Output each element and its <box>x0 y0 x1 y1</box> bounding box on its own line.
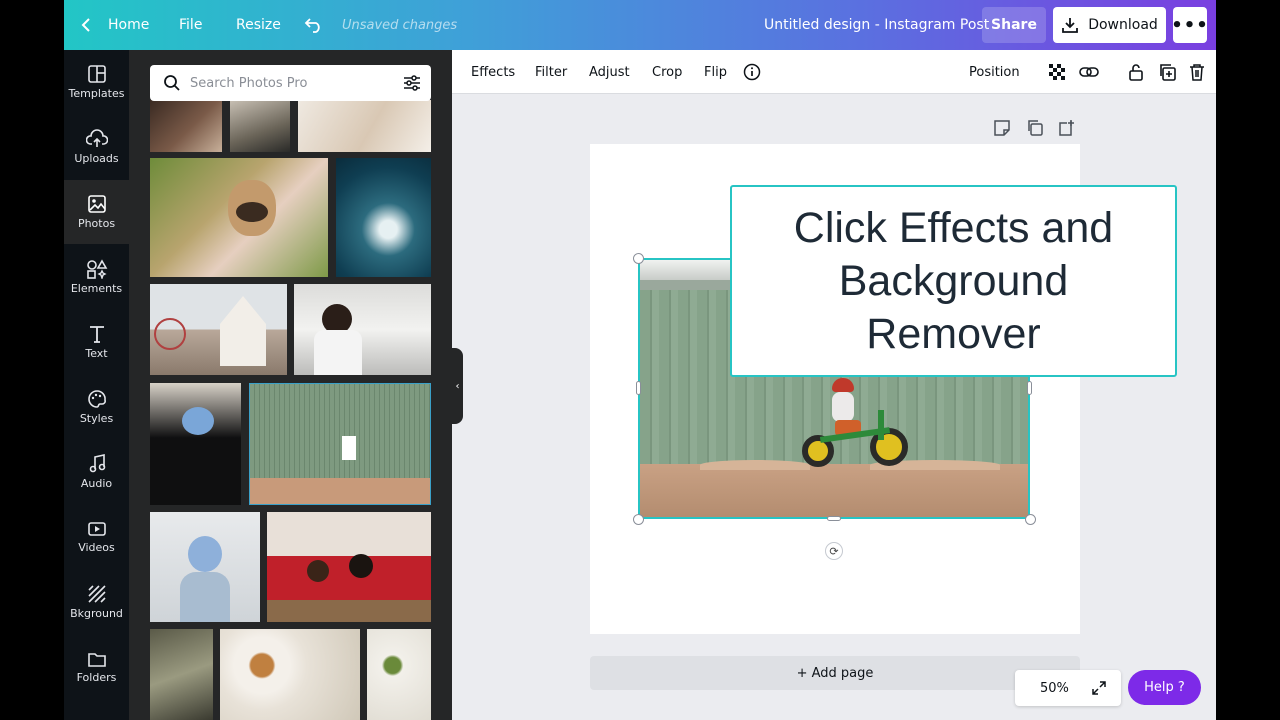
effects-button[interactable]: Effects <box>471 50 515 94</box>
photo-thumbnail[interactable] <box>298 100 431 152</box>
search-icon <box>164 75 180 91</box>
photo-thumbnail[interactable] <box>294 284 431 375</box>
music-note-icon <box>89 454 105 473</box>
resize-handle-bottom-left[interactable] <box>633 514 644 525</box>
resize-handle-left[interactable] <box>636 381 641 395</box>
rail-label-videos: Videos <box>78 541 115 554</box>
filter-button[interactable]: Filter <box>535 50 567 94</box>
more-options-button[interactable]: ••• <box>1171 7 1208 43</box>
right-letterbox <box>1216 0 1280 720</box>
photo-thumbnail[interactable] <box>367 629 431 720</box>
search-bar: Search Photos Pro <box>150 65 431 101</box>
palette-icon <box>87 390 106 408</box>
rail-label-photos: Photos <box>77 217 116 230</box>
adjust-button[interactable]: Adjust <box>589 50 630 94</box>
zoom-level[interactable]: 50% <box>1040 670 1069 706</box>
resize-button[interactable]: Resize <box>236 0 281 50</box>
photo-thumbnail[interactable] <box>150 284 287 375</box>
photo-thumbnail[interactable] <box>150 158 328 277</box>
side-rail: Templates Uploads Photos Elements Text S… <box>64 50 129 720</box>
rail-item-videos[interactable]: Videos <box>64 505 129 569</box>
rail-label-text: Text <box>85 347 108 360</box>
search-input[interactable]: Search Photos Pro <box>190 65 307 101</box>
home-button[interactable]: Home <box>108 0 149 50</box>
save-status: Unsaved changes <box>342 17 458 33</box>
transparency-icon[interactable] <box>1048 50 1066 94</box>
note-icon[interactable] <box>993 119 1011 137</box>
templates-icon <box>87 65 106 83</box>
fullscreen-expand-icon[interactable] <box>1091 680 1107 696</box>
download-button[interactable]: Download <box>1053 7 1166 43</box>
resize-handle-top-left[interactable] <box>633 253 644 264</box>
rail-item-templates[interactable]: Templates <box>64 50 129 114</box>
rail-item-text[interactable]: Text <box>64 310 129 374</box>
undo-icon[interactable] <box>304 0 324 50</box>
rail-item-background[interactable]: Bkground <box>64 570 129 634</box>
add-page-icon[interactable] <box>1058 119 1076 137</box>
info-icon[interactable] <box>743 50 761 94</box>
share-button[interactable]: Share <box>982 7 1046 43</box>
crop-button[interactable]: Crop <box>652 50 682 94</box>
upload-cloud-icon <box>85 129 108 147</box>
resize-handle-right[interactable] <box>1027 381 1032 395</box>
top-bar: Home File Resize Unsaved changes Untitle… <box>64 0 1216 50</box>
rail-item-folders[interactable]: Folders <box>64 635 129 699</box>
back-chevron-icon[interactable] <box>81 0 91 50</box>
photo-thumbnail[interactable] <box>150 100 222 152</box>
text-icon <box>89 326 104 343</box>
photo-thumbnail[interactable] <box>336 158 431 277</box>
add-page-button[interactable]: + Add page <box>590 656 1080 690</box>
download-icon <box>1062 18 1079 33</box>
rail-label-styles: Styles <box>79 412 114 425</box>
play-icon <box>87 522 106 536</box>
resize-handle-bottom[interactable] <box>827 516 841 521</box>
rail-label-templates: Templates <box>68 87 125 100</box>
resize-handle-bottom-right[interactable] <box>1025 514 1036 525</box>
document-title[interactable]: Untitled design - Instagram Post <box>764 0 989 50</box>
folder-icon <box>87 653 106 667</box>
photo-thumbnail[interactable] <box>220 629 360 720</box>
trash-icon[interactable] <box>1189 50 1205 94</box>
shapes-icon <box>86 259 107 279</box>
link-icon[interactable] <box>1079 50 1099 94</box>
rail-label-audio: Audio <box>80 477 113 490</box>
rail-item-audio[interactable]: Audio <box>64 440 129 504</box>
download-label: Download <box>1088 17 1158 33</box>
rail-item-elements[interactable]: Elements <box>64 245 129 309</box>
rail-label-folders: Folders <box>76 671 117 684</box>
photo-thumbnail[interactable] <box>150 512 260 622</box>
tutorial-callout: Click Effects and Background Remover <box>730 185 1177 377</box>
photo-thumbnail[interactable] <box>267 512 431 622</box>
photo-thumbnail[interactable] <box>249 383 431 505</box>
rail-label-background: Bkground <box>70 607 123 620</box>
collapse-panel-chevron-icon[interactable]: ‹ <box>452 348 463 424</box>
rail-item-uploads[interactable]: Uploads <box>64 115 129 179</box>
duplicate-icon[interactable] <box>1158 50 1176 94</box>
zoom-control: 50% <box>1015 670 1121 706</box>
lock-icon[interactable] <box>1128 50 1144 94</box>
rotate-icon[interactable]: ⟳ <box>825 542 843 560</box>
photo-thumbnail[interactable] <box>150 629 213 720</box>
background-pattern-icon <box>87 585 106 603</box>
rail-item-photos[interactable]: Photos <box>64 180 129 244</box>
photo-icon <box>87 195 106 213</box>
photo-thumbnail[interactable] <box>150 383 241 505</box>
help-button[interactable]: Help ? <box>1128 670 1201 705</box>
rail-label-elements: Elements <box>70 282 123 295</box>
photos-panel: Search Photos Pro <box>129 50 452 720</box>
filter-sliders-icon[interactable] <box>403 74 421 92</box>
editor-app: Home File Resize Unsaved changes Untitle… <box>64 0 1216 720</box>
photo-thumbnail[interactable] <box>230 100 290 152</box>
position-button[interactable]: Position <box>969 50 1020 94</box>
rail-item-styles[interactable]: Styles <box>64 375 129 439</box>
file-menu[interactable]: File <box>179 0 202 50</box>
duplicate-page-icon[interactable] <box>1026 119 1044 137</box>
flip-button[interactable]: Flip <box>704 50 727 94</box>
image-toolbar: Effects Filter Adjust Crop Flip Position <box>452 50 1216 94</box>
rail-label-uploads: Uploads <box>74 152 119 165</box>
